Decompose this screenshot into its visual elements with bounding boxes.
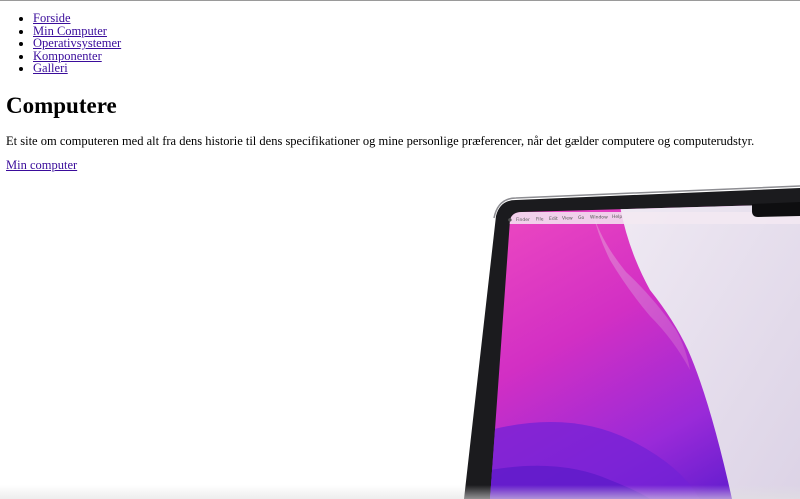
nav-item-operativsystemer: Operativsystemer — [33, 37, 786, 50]
nav-item-forside: Forside — [33, 12, 786, 25]
menubar-item-file: File — [536, 217, 544, 223]
page-content: Forside Min Computer Operativsystemer Ko… — [6, 0, 786, 174]
apple-icon: ● — [508, 218, 512, 223]
menubar-item-go: Go — [578, 215, 584, 221]
menubar-item-view: View — [562, 216, 573, 222]
page-title: Computere — [6, 92, 117, 118]
menubar-item-help: Help — [612, 214, 622, 220]
laptop-image: ● Finder File Edit View Go Window Help — [450, 180, 800, 499]
camera-notch — [752, 202, 800, 217]
nav-item-galleri: Galleri — [33, 62, 786, 75]
bottom-shadow — [0, 485, 800, 499]
main-nav: Forside Min Computer Operativsystemer Ko… — [6, 12, 786, 75]
min-computer-link[interactable]: Min computer — [6, 157, 77, 173]
menubar-item-edit: Edit — [549, 216, 558, 222]
menubar-item-finder: Finder — [516, 217, 530, 223]
nav-item-min-computer: Min Computer — [33, 24, 786, 38]
nav-item-komponenter: Komponenter — [33, 49, 786, 63]
intro-text: Et site om computeren med alt fra dens h… — [6, 133, 755, 148]
menubar-item-window: Window — [590, 215, 608, 221]
nav-link-galleri[interactable]: Galleri — [33, 61, 68, 75]
